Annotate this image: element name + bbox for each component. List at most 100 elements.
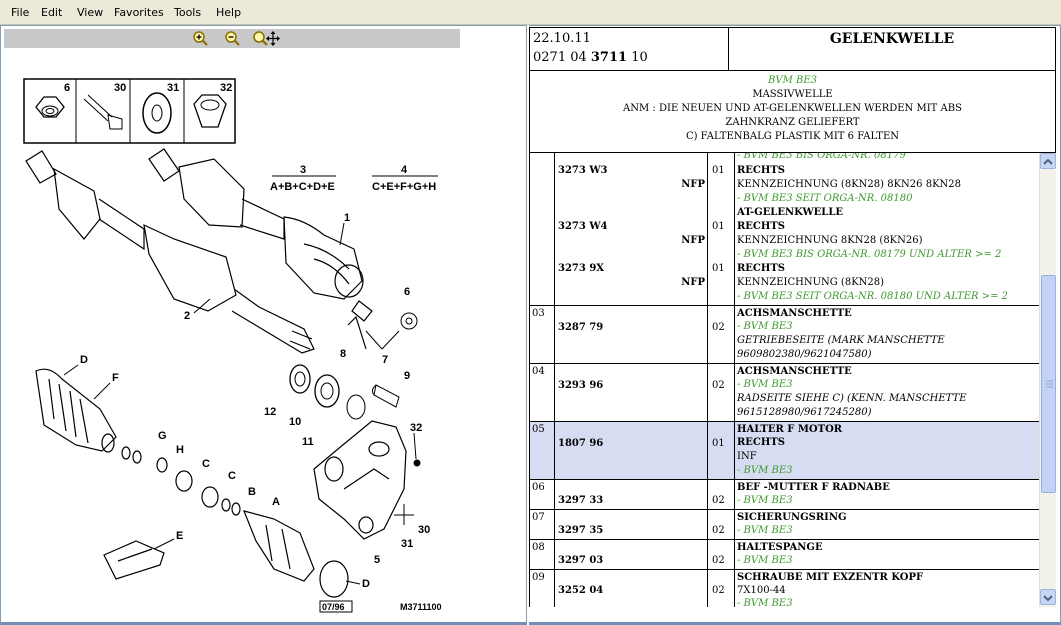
remark-line: MASSIVWELLE — [752, 89, 833, 100]
quantity: 02 — [712, 322, 725, 333]
formula-group-4: C+E+F+G+H — [372, 181, 436, 193]
label-6b: 6 — [404, 286, 410, 298]
label-10: 10 — [289, 416, 301, 428]
quantity: 01 — [712, 221, 725, 232]
table-row[interactable]: 3273 W3 NFP 3273 W4 NFP 3273 9X NFP 01 0… — [530, 153, 1039, 306]
part-number: 3287 79 — [558, 322, 604, 333]
table-row[interactable]: 09 3252 04 02 SCHRAUBE MIT EXZENTR KOPF … — [530, 570, 1039, 607]
part-name: AT-GELENKWELLE — [737, 207, 843, 218]
part-detail: RADSEITE SIEHE C) (KENN. MANSCHETTE — [737, 393, 967, 404]
nfp-flag: NFP — [681, 277, 705, 288]
label-31: 31 — [167, 82, 179, 94]
label-1: 1 — [344, 212, 350, 224]
variant-note: - BVM BE3 BIS ORGA-NR. 08179 — [737, 153, 906, 161]
menu-edit[interactable]: Edit — [41, 6, 62, 19]
chevron-up-icon — [1043, 158, 1053, 165]
quantity: 02 — [712, 380, 725, 391]
part-number: 3297 03 — [558, 555, 604, 566]
part-detail: KENNZEICHNUNG 8KN28 (8KN26) — [737, 235, 923, 246]
position-number: 05 — [532, 424, 545, 435]
zoom-out-icon[interactable] — [224, 30, 242, 47]
menu-tools[interactable]: Tools — [174, 6, 201, 19]
position-number: 03 — [532, 308, 545, 319]
label-F: F — [112, 372, 119, 384]
remark-line: ANM : DIE NEUEN UND AT-GELENKWELLEN WERD… — [623, 103, 962, 114]
scroll-thumb[interactable] — [1041, 275, 1056, 493]
part-name: ACHSMANSCHETTE — [737, 366, 852, 377]
table-row[interactable]: 06 3297 33 02 BEF -MUTTER F RADNABE - BV… — [530, 480, 1039, 510]
quantity: 02 — [712, 525, 725, 536]
part-number: 1807 96 — [558, 438, 604, 449]
part-detail: 7X100-44 — [737, 585, 786, 596]
variant-note: - BVM BE3 — [737, 465, 793, 476]
zoom-fit-icon[interactable] — [252, 30, 280, 47]
position-number: 08 — [532, 542, 545, 553]
variant-note: - BVM BE3 — [737, 555, 793, 566]
remark-variant: BVM BE3 — [768, 75, 817, 86]
part-detail: RECHTS — [737, 437, 786, 448]
remarks-box: BVM BE3 MASSIVWELLE ANM : DIE NEUEN UND … — [529, 71, 1056, 153]
exploded-diagram: 6 30 31 32 3 A+B+C+D+E 4 C+E+F+G+H 1 2 6… — [23, 78, 442, 613]
label-5: 5 — [374, 554, 380, 566]
part-number: 3297 33 — [558, 495, 604, 506]
part-number: 3273 W4 — [558, 221, 608, 232]
menu-help[interactable]: Help — [216, 6, 241, 19]
label-C1: C — [202, 458, 210, 470]
table-row-selected[interactable]: 05 1807 96 01 HALTER F MOTOR RECHTS INF … — [530, 422, 1039, 480]
label-6: 6 — [64, 82, 70, 94]
part-name: ACHSMANSCHETTE — [737, 308, 852, 319]
label-G: G — [158, 430, 167, 442]
label-H: H — [176, 444, 184, 456]
catalog-header: 22.10.11 0271 04 3711 10 GELENKWELLE — [529, 27, 1056, 71]
menu-favorites[interactable]: Favorites — [114, 6, 164, 19]
quantity: 01 — [712, 165, 725, 176]
variant-note: - BVM BE3 SEIT ORGA-NR. 08180 UND ALTER … — [737, 291, 1009, 302]
formula-group-3: A+B+C+D+E — [270, 181, 335, 193]
scroll-down-button[interactable] — [1040, 589, 1056, 605]
part-name: RECHTS — [737, 263, 786, 274]
part-number: 3297 35 — [558, 525, 604, 536]
label-2: 2 — [184, 310, 190, 322]
table-row[interactable]: 04 3293 96 02 ACHSMANSCHETTE - BVM BE3 R… — [530, 364, 1039, 422]
variant-note: - BVM BE3 — [737, 495, 793, 506]
part-name: RECHTS — [737, 165, 786, 176]
part-number: 3273 W3 — [558, 165, 608, 176]
label-B: B — [248, 486, 256, 498]
quantity: 01 — [712, 438, 725, 449]
menu-file[interactable]: File — [11, 6, 29, 19]
label-group-3: 3 — [300, 164, 306, 176]
parts-legend-boxes — [23, 78, 236, 144]
position-number: 09 — [532, 572, 545, 583]
menu-view[interactable]: View — [77, 6, 103, 19]
table-row[interactable]: 08 3297 03 02 HALTESPANGE - BVM BE3 — [530, 540, 1039, 570]
chevron-down-icon — [1043, 595, 1053, 602]
grip-icon — [1046, 380, 1053, 388]
vertical-scrollbar[interactable] — [1039, 153, 1056, 607]
table-row[interactable]: 03 3287 79 02 ACHSMANSCHETTE - BVM BE3 G… — [530, 306, 1039, 364]
part-detail: 9615128980/9617245280) — [737, 407, 872, 418]
part-detail: INF — [737, 451, 757, 462]
parts-list: 3273 W3 NFP 3273 W4 NFP 3273 9X NFP 01 0… — [529, 153, 1039, 607]
table-row[interactable]: 07 3297 35 02 SICHERUNGSRING - BVM BE3 — [530, 510, 1039, 540]
variant-note: - BVM BE3 SEIT ORGA-NR. 08180 — [737, 193, 913, 204]
position-number: 04 — [532, 366, 545, 377]
part-number: 3273 9X — [558, 263, 605, 274]
diagram-date-code: 07/96 — [322, 602, 345, 612]
remark-line: C) FALTENBALG PLASTIK MIT 6 FALTEN — [685, 131, 900, 142]
label-12: 12 — [264, 406, 276, 418]
nfp-flag: NFP — [681, 179, 705, 190]
part-name: RECHTS — [737, 221, 786, 232]
nfp-flag: NFP — [681, 235, 705, 246]
scroll-up-button[interactable] — [1040, 153, 1056, 169]
diagram-ref-code: M3711100 — [400, 602, 442, 612]
variant-note: - BVM BE3 — [737, 525, 793, 536]
quantity: 02 — [712, 495, 725, 506]
part-name: BEF -MUTTER F RADNABE — [737, 482, 890, 493]
zoom-in-icon[interactable] — [192, 30, 210, 47]
label-30b: 30 — [418, 524, 430, 536]
label-D2: D — [362, 578, 370, 590]
diagram-pane: 6 30 31 32 3 A+B+C+D+E 4 C+E+F+G+H 1 2 6… — [4, 29, 524, 621]
header-reference: 0271 04 3711 10 — [533, 50, 648, 65]
label-9: 9 — [404, 370, 410, 382]
variant-note: - BVM BE3 — [737, 598, 793, 607]
